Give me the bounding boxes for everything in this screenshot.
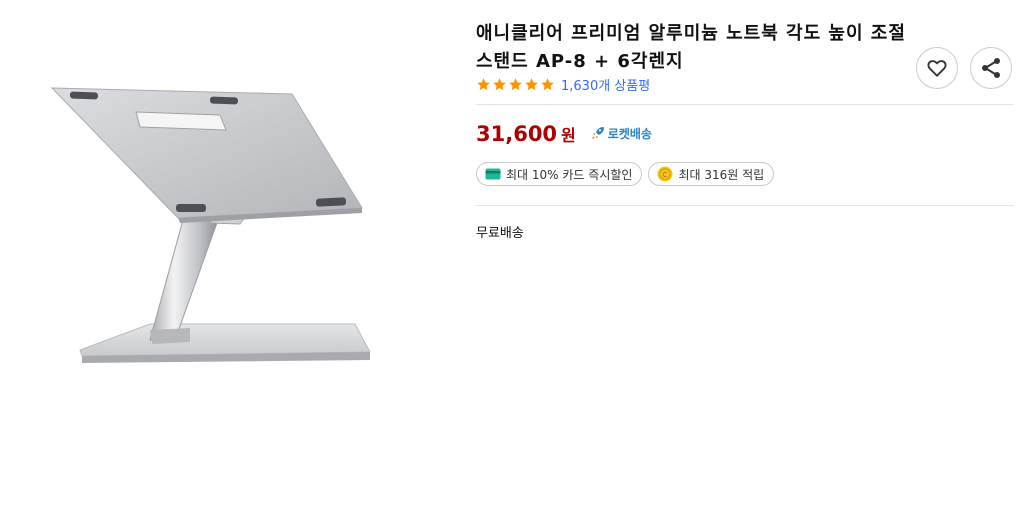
share-icon bbox=[982, 58, 1000, 78]
rocket-delivery-label: 로켓배송 bbox=[607, 126, 652, 141]
star-icon bbox=[509, 77, 522, 90]
rocket-delivery-badge: 로켓배송 bbox=[590, 125, 652, 142]
divider bbox=[476, 104, 1014, 105]
price-row: 31,600 원 로켓배송 bbox=[476, 122, 652, 146]
share-button[interactable] bbox=[970, 47, 1012, 89]
divider bbox=[476, 205, 1014, 206]
rating-row: 1,630개 상품평 bbox=[476, 74, 650, 94]
heart-icon bbox=[927, 60, 947, 77]
benefit-badges: 최대 10% 카드 즉시할인 C 최대 316원 적립 bbox=[476, 162, 775, 186]
cashback-label: 최대 316원 적립 bbox=[678, 167, 765, 182]
product-detail-page: 애니클리어 프리미엄 알루미늄 노트북 각도 높이 조절 스탠드 AP-8 + … bbox=[0, 0, 1026, 531]
product-title: 애니클리어 프리미엄 알루미늄 노트북 각도 높이 조절 스탠드 AP-8 + … bbox=[476, 23, 906, 72]
product-image[interactable] bbox=[40, 60, 390, 400]
star-rating bbox=[476, 77, 555, 92]
wishlist-button[interactable] bbox=[916, 47, 958, 89]
coin-icon: C bbox=[657, 166, 673, 182]
cashback-badge[interactable]: C 최대 316원 적립 bbox=[648, 162, 775, 186]
review-count-link[interactable]: 1,630개 상품평 bbox=[561, 75, 650, 94]
star-icon bbox=[493, 77, 506, 90]
price-unit: 원 bbox=[561, 126, 576, 145]
card-discount-badge[interactable]: 최대 10% 카드 즉시할인 bbox=[476, 162, 643, 186]
card-icon bbox=[485, 168, 501, 180]
card-discount-label: 최대 10% 카드 즉시할인 bbox=[506, 167, 633, 182]
laptop-stand-image bbox=[50, 87, 371, 363]
sale-price: 31,600 bbox=[476, 122, 558, 146]
star-icon bbox=[477, 77, 490, 90]
svg-text:C: C bbox=[663, 171, 668, 179]
shipping-info: 무료배송 bbox=[476, 226, 524, 241]
star-icon bbox=[525, 77, 538, 90]
star-icon bbox=[541, 77, 554, 90]
rocket-icon bbox=[591, 127, 604, 139]
